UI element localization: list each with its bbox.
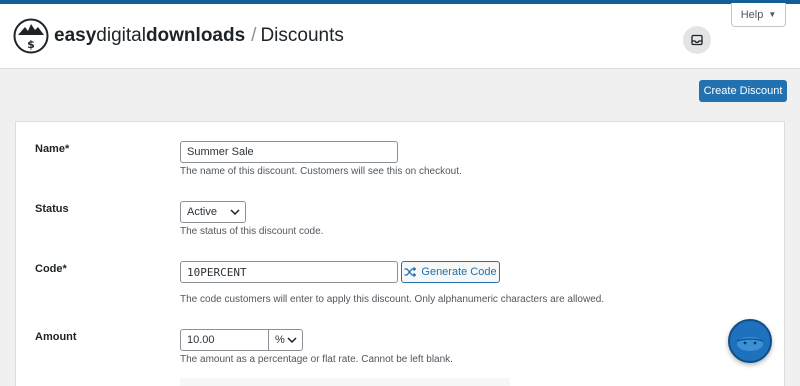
amount-value: 10.00 [187,334,215,346]
amount-group: 10.00 % [180,329,303,351]
name-field[interactable]: Summer Sale [180,141,398,163]
create-discount-button[interactable]: Create Discount [699,80,787,102]
brand-title: easydigitaldownloads / Discounts [54,25,344,47]
amount-description: The amount as a percentage or flat rate.… [180,354,453,365]
chevron-down-icon [287,337,297,343]
amount-field[interactable]: 10.00 [181,330,269,350]
chevron-down-icon [230,209,240,215]
status-select[interactable]: Active [180,201,246,223]
amount-label: Amount [35,331,77,343]
code-label: Code* [35,263,67,275]
shuffle-icon [404,267,417,277]
inbox-button[interactable] [683,26,711,54]
page-header: $ easydigitaldownloads / Discounts [0,4,800,69]
breadcrumb-separator: / [251,25,257,46]
name-value: Summer Sale [187,146,254,158]
brand-downloads: downloads [145,25,246,46]
help-tab-button[interactable]: Help ▼ [731,3,786,27]
help-label: Help [740,8,764,21]
status-label: Status [35,203,69,215]
code-value: 10PERCENT [187,265,247,279]
brand-digital: digital [96,25,146,46]
next-field-partial [180,378,510,386]
chat-face-icon [736,337,764,351]
brand-easy: easy [54,25,97,46]
chat-bubble-icon[interactable] [728,319,772,363]
generate-code-button[interactable]: Generate Code [401,261,500,283]
name-label: Name* [35,143,70,155]
status-description: The status of this discount code. [180,226,324,237]
edd-logo-icon: $ [13,18,49,54]
page-title: Discounts [260,25,344,46]
status-selected: Active [187,206,217,218]
name-description: The name of this discount. Customers wil… [180,166,462,177]
svg-text:$: $ [27,38,35,51]
amount-type-select[interactable]: % [269,330,302,350]
caret-down-icon: ▼ [768,10,777,19]
discount-form-panel [15,121,785,386]
amount-type-selected: % [275,334,285,346]
inbox-icon [691,34,703,46]
generate-code-label: Generate Code [421,266,497,278]
code-description: The code customers will enter to apply t… [180,294,605,305]
code-field[interactable]: 10PERCENT [180,261,398,283]
